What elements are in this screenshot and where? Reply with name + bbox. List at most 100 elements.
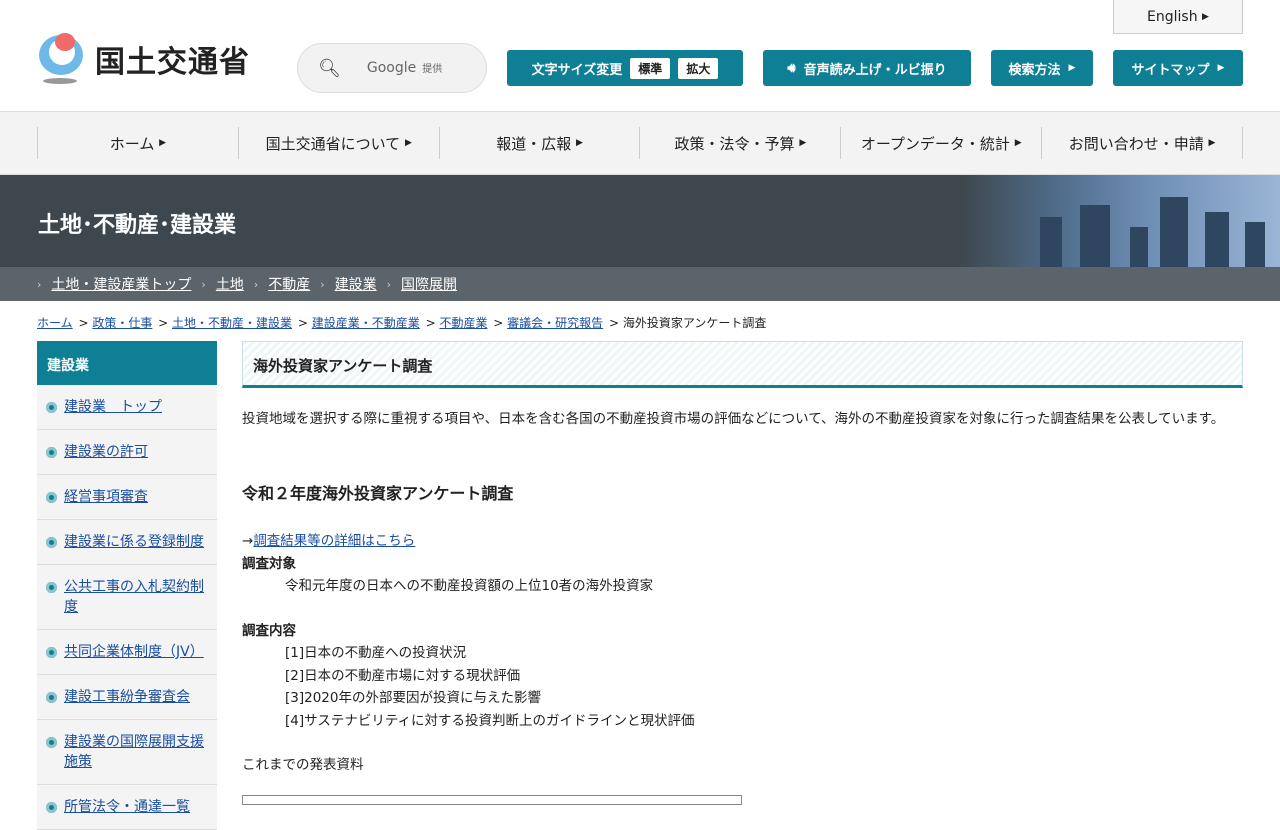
speech-label: 音声読み上げ・ルビ振り [803, 62, 947, 78]
subnav-realestate[interactable]: 不動産 [268, 274, 310, 294]
past-materials-table [242, 795, 742, 805]
sidebar-item: 建設業 トップ [37, 385, 217, 430]
content-label: 調査内容 [242, 622, 296, 639]
chevron-right-icon: › [253, 277, 259, 291]
nav-label: オープンデータ・統計 [860, 134, 1010, 153]
triangle-right-icon: ▶ [404, 138, 412, 148]
breadcrumb: ホーム > 政策・仕事 > 土地・不動産・建設業 > 建設産業・不動産業 > 不… [37, 316, 767, 330]
sidebar-link[interactable]: 建設業の国際展開支援施策 [64, 734, 204, 770]
page-title: 海外投資家アンケート調査 [242, 341, 1243, 388]
sidebar-link[interactable]: 経営事項審査 [64, 489, 148, 505]
nav-home[interactable]: ホーム ▶ [37, 127, 238, 159]
breadcrumb-link[interactable]: 政策・仕事 [92, 316, 152, 330]
sidebar-item: 公共工事の入札契約制度 [37, 565, 217, 630]
triangle-right-icon: ▶ [1208, 138, 1216, 148]
nav-label: ホーム [109, 134, 155, 153]
chevron-right-icon: › [201, 277, 206, 291]
triangle-right-icon: ▶ [799, 138, 807, 148]
sidebar-item: 経営事項審査 [37, 475, 217, 520]
triangle-right-icon: ▶ [1014, 138, 1022, 148]
triangle-right-icon: ▶ [1202, 11, 1209, 22]
global-nav: ホーム ▶ 国土交通省について ▶ 報道・広報 ▶ 政策・法令・予算 ▶ オープ… [0, 112, 1280, 175]
nav-about[interactable]: 国土交通省について ▶ [237, 127, 439, 159]
content-item: [1]日本の不動産への投資状況 [285, 645, 467, 661]
sidebar-link[interactable]: 建設工事紛争審査会 [64, 689, 190, 705]
triangle-right-icon: ▶ [1068, 63, 1076, 73]
nav-label: 報道・広報 [496, 134, 572, 153]
sidebar-link[interactable]: 建設業 トップ [64, 399, 162, 415]
nav-label: 国土交通省について [265, 134, 401, 153]
triangle-right-icon: ▶ [159, 138, 167, 148]
search-method-label: 検索方法 [1008, 62, 1061, 78]
target-text: 令和元年度の日本への不動産投資額の上位10者の海外投資家 [285, 578, 654, 594]
google-label: Google [366, 60, 417, 76]
nav-policy[interactable]: 政策・法令・予算 ▶ [639, 127, 840, 159]
font-size-control: 文字サイズ変更 標準 拡大 [507, 50, 743, 86]
breadcrumb-link[interactable]: 土地・不動産・建設業 [172, 316, 292, 330]
subnav-international[interactable]: 国際展開 [401, 274, 457, 294]
breadcrumb-link[interactable]: 建設産業・不動産業 [312, 316, 420, 330]
breadcrumb-current: 海外投資家アンケート調査 [622, 316, 767, 330]
speech-button[interactable]: 🔊︎ 音声読み上げ・ルビ振り [763, 50, 971, 86]
site-header: 国土交通省 🔍︎ Google 提供 English ▶ 文字サイズ変更 標準 拡… [0, 0, 1280, 112]
sidebar-link[interactable]: 共同企業体制度（JV） [64, 644, 204, 660]
font-standard-button[interactable]: 標準 [630, 57, 671, 79]
mlit-logo-icon [37, 33, 85, 85]
search-icon: 🔍︎ [318, 57, 341, 79]
triangle-right-icon: ▶ [576, 138, 583, 148]
chevron-right-icon: › [37, 277, 42, 291]
nav-contact[interactable]: お問い合わせ・申請 ▶ [1041, 127, 1243, 159]
breadcrumb-link[interactable]: 審議会・研究報告 [507, 316, 603, 330]
sidebar-link[interactable]: 公共工事の入札契約制度 [64, 579, 204, 615]
target-label: 調査対象 [242, 555, 296, 572]
sidebar-item: 建設工事紛争審査会 [37, 675, 217, 720]
detail-link[interactable]: 調査結果等の詳細はこちら [253, 533, 415, 549]
nav-label: お問い合わせ・申請 [1068, 134, 1204, 153]
logo-text: 国土交通省 [95, 45, 250, 80]
subnav-land[interactable]: 土地 [216, 274, 244, 294]
breadcrumb-link[interactable]: ホーム [37, 316, 73, 330]
sitemap-label: サイトマップ [1131, 62, 1210, 78]
sitemap-button[interactable]: サイトマップ ▶ [1113, 50, 1243, 86]
triangle-right-icon: ▶ [1217, 63, 1225, 73]
chevron-right-icon: › [386, 277, 392, 291]
sidebar-title: 建設業 [37, 341, 217, 385]
sidebar-item: 所管法令・通達一覧 [37, 785, 217, 830]
page-description: 投資地域を選択する際に重視する項目や、日本を含む各国の不動産投資市場の評価などに… [242, 411, 1225, 427]
chevron-right-icon: › [320, 277, 325, 291]
content-item: [3]2020年の外部要因が投資に与えた影響 [285, 690, 541, 706]
nav-opendata[interactable]: オープンデータ・統計 ▶ [840, 127, 1041, 159]
nav-press[interactable]: 報道・広報 ▶ [438, 127, 640, 159]
sidebar-link[interactable]: 所管法令・通達一覧 [64, 799, 190, 815]
font-size-label: 文字サイズ変更 [531, 62, 623, 78]
arrow-icon: → [242, 533, 254, 549]
breadcrumb-link[interactable]: 不動産業 [439, 316, 487, 330]
content-item: [4]サステナビリティに対する投資判断上のガイドラインと現状評価 [285, 712, 695, 729]
speaker-icon: 🔊︎ [787, 60, 796, 76]
section-title: 令和２年度海外投資家アンケート調査 [242, 484, 514, 503]
site-logo[interactable]: 国土交通省 [37, 33, 250, 85]
content-item: [2]日本の不動産市場に対する現状評価 [285, 667, 521, 684]
english-label: English [1147, 8, 1198, 25]
sidebar-item: 建設業の国際展開支援施策 [37, 720, 217, 785]
font-large-button[interactable]: 拡大 [678, 57, 719, 79]
subnav-construction[interactable]: 建設業 [335, 274, 377, 294]
main-content: 海外投資家アンケート調査 投資地域を選択する際に重視する項目や、日本を含む各国の… [242, 341, 1243, 777]
category-title: 土地･不動産･建設業 [38, 213, 237, 238]
subnav-top[interactable]: 土地・建設産業トップ [51, 274, 191, 294]
sidebar-item: 建設業の許可 [37, 430, 217, 475]
sidebar-link[interactable]: 建設業に係る登録制度 [64, 534, 204, 550]
search-method-button[interactable]: 検索方法 ▶ [991, 50, 1093, 86]
english-button[interactable]: English ▶ [1113, 0, 1243, 34]
search-placeholder: Google 提供 [367, 60, 442, 76]
category-banner: 土地･不動産･建設業 [0, 175, 1280, 267]
sidebar-item: 共同企業体制度（JV） [37, 630, 217, 675]
sidebar: 建設業 建設業 トップ 建設業の許可 経営事項審査 建設業に係る登録制度 公共工… [37, 341, 217, 830]
sidebar-item: 建設業に係る登録制度 [37, 520, 217, 565]
city-skyline-image [960, 175, 1280, 267]
past-materials-label: これまでの発表資料 [242, 757, 364, 773]
category-subnav: › 土地・建設産業トップ › 土地 › 不動産 › 建設業 › 国際展開 [0, 267, 1280, 301]
search-box[interactable]: 🔍︎ Google 提供 [297, 43, 487, 93]
nav-label: 政策・法令・予算 [674, 134, 795, 153]
sidebar-link[interactable]: 建設業の許可 [64, 444, 148, 460]
